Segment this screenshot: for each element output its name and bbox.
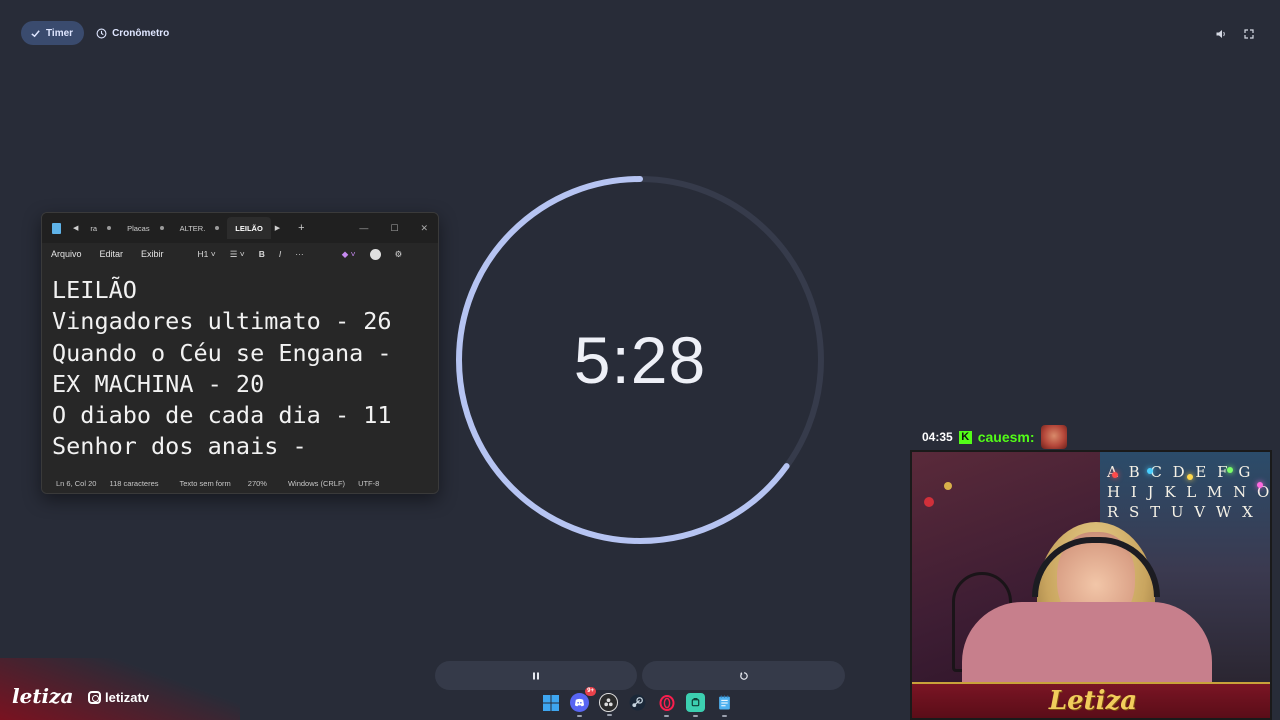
status-encoding[interactable]: UTF-8	[358, 479, 379, 488]
notepad-window: ◀ ra Placas ALTER. LEILÃO ▶ + — ☐ ✕ Arqu…	[41, 212, 439, 494]
italic-button[interactable]: I	[279, 249, 281, 259]
tab-scroll-left-icon[interactable]: ◀	[73, 224, 78, 232]
reset-icon	[739, 671, 748, 680]
instagram-handle: letizatv	[88, 690, 149, 705]
account-icon[interactable]	[369, 248, 381, 260]
tab-stopwatch[interactable]: Cronômetro	[92, 21, 180, 45]
clock-icon	[96, 28, 107, 38]
fullscreen-icon[interactable]	[1243, 27, 1255, 39]
notepad-statusbar: Ln 6, Col 20 118 caracteres Texto sem fo…	[42, 473, 438, 493]
volume-icon[interactable]	[1215, 27, 1227, 39]
copilot-icon[interactable]: ◆ ˅	[342, 249, 356, 260]
kick-icon: K	[958, 430, 972, 444]
notepad-icon[interactable]	[715, 693, 734, 717]
notepad-app-icon	[52, 222, 61, 234]
check-icon	[31, 29, 40, 37]
webcam-banner-logo: Letiza	[1048, 686, 1138, 716]
status-position: Ln 6, Col 20	[56, 478, 97, 488]
discord-badge: 9+	[585, 687, 596, 696]
notepad-editor[interactable]: LEILÃO Vingadores ultimato - 26 Quando o C…	[42, 265, 438, 469]
new-tab-icon[interactable]: +	[298, 222, 304, 234]
list-icon[interactable]: ☰ ˅	[230, 249, 245, 260]
editor-line: Senhor dos anais -	[52, 432, 307, 461]
notepad-tab[interactable]: ra	[82, 217, 119, 239]
tab-timer[interactable]: Timer	[21, 21, 85, 45]
pause-icon	[533, 672, 539, 679]
steam-icon[interactable]	[628, 693, 647, 712]
timer-display: 5:28	[573, 323, 707, 397]
chat-emote	[1040, 425, 1067, 449]
minimize-icon[interactable]: —	[359, 223, 368, 234]
windows-start-icon[interactable]	[541, 693, 560, 712]
status-line-ending[interactable]: Windows (CRLF)	[288, 479, 345, 488]
status-format[interactable]: Texto sem form	[180, 479, 231, 488]
tab-scroll-right-icon[interactable]: ▶	[275, 224, 280, 232]
bold-button[interactable]: B	[259, 249, 265, 259]
discord-icon[interactable]: 9+	[570, 687, 596, 717]
close-icon[interactable]: ✕	[420, 223, 428, 234]
light-bulb	[1187, 474, 1193, 480]
reset-button[interactable]	[642, 661, 845, 690]
settings-gear-icon[interactable]: ⚙	[395, 249, 403, 260]
brand-logo: letiza	[12, 684, 74, 708]
light-bulb	[1112, 472, 1118, 478]
menu-edit[interactable]: Editar	[100, 249, 124, 259]
notepad-tab[interactable]: Placas	[119, 217, 172, 239]
chat-timestamp: 04:35	[922, 430, 953, 444]
editor-line: Vingadores ultimato - 26	[52, 307, 392, 336]
editor-line: EX MACHINA - 20	[52, 369, 265, 398]
tab-stopwatch-label: Cronômetro	[112, 27, 170, 39]
light-bulb	[1147, 468, 1153, 474]
notepad-tab-active[interactable]: LEILÃO	[227, 217, 271, 239]
webcam-banner: Letiza	[912, 682, 1270, 718]
notepad-tab[interactable]: ALTER.	[172, 217, 228, 239]
status-chars: 118 caracteres	[109, 478, 159, 488]
editor-line: LEILÃO	[52, 276, 137, 304]
window-actions	[1215, 27, 1255, 39]
mode-switch: Timer Cronômetro	[21, 21, 180, 45]
chat-username: cauesm:	[977, 429, 1035, 445]
app-icon[interactable]	[686, 693, 705, 717]
notepad-tabbar: ◀ ra Placas ALTER. LEILÃO ▶ + — ☐ ✕	[42, 213, 438, 243]
menu-file[interactable]: Arquivo	[51, 249, 82, 259]
instagram-username: letizatv	[105, 690, 150, 705]
webcam-feed: A B C D E F G H I J K L M N O R S T U V …	[910, 450, 1272, 720]
pause-button[interactable]	[435, 661, 637, 690]
ornament	[924, 497, 934, 507]
instagram-icon	[88, 691, 101, 704]
status-zoom[interactable]: 270%	[248, 479, 267, 488]
taskbar: 9+	[541, 687, 734, 717]
tab-timer-label: Timer	[46, 27, 74, 39]
menu-view[interactable]: Exibir	[141, 249, 164, 259]
light-bulb	[1227, 467, 1233, 473]
heading-select[interactable]: H1 ˅	[198, 249, 216, 259]
chat-message: 04:35 K cauesm:	[922, 425, 1067, 449]
ornament	[944, 482, 952, 490]
light-bulb	[1257, 482, 1263, 488]
notepad-menubar: Arquivo Editar Exibir H1 ˅ ☰ ˅ B I ··· ◆…	[42, 243, 438, 265]
more-button[interactable]: ···	[295, 249, 304, 259]
editor-line: Quando o Céu se Engana -	[52, 338, 392, 367]
maximize-icon[interactable]: ☐	[390, 223, 398, 234]
obs-icon[interactable]	[599, 693, 618, 716]
opera-gx-icon[interactable]	[657, 693, 676, 717]
editor-line: O diabo de cada dia - 11	[52, 401, 392, 430]
